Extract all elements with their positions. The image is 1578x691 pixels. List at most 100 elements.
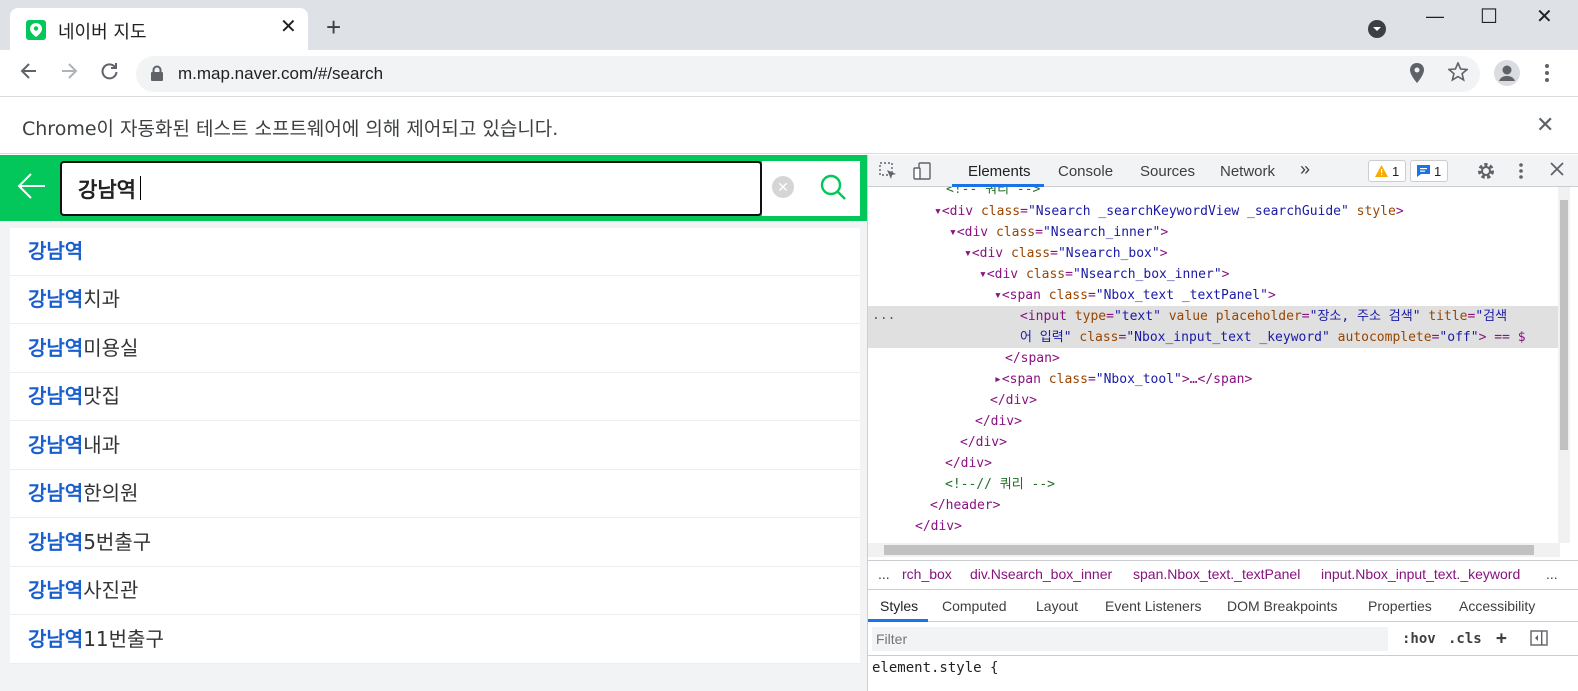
filter-input[interactable] [872, 627, 1388, 651]
code-line[interactable]: </div> [960, 432, 1007, 453]
message-badge[interactable]: 1 [1410, 160, 1449, 182]
suggestion-item[interactable]: 강남역한의원 [10, 470, 860, 518]
window-close-button[interactable]: ✕ [1536, 4, 1553, 29]
suggestion-rest: 11번출구 [83, 627, 164, 651]
suggestion-rest: 5번출구 [83, 530, 152, 554]
clear-search-button[interactable]: ✕ [772, 176, 794, 198]
maximize-button[interactable]: ☐ [1480, 4, 1498, 29]
breadcrumb-item[interactable]: rch_box [902, 566, 952, 582]
suggestion-list: 강남역 강남역치과 강남역미용실 강남역맛집 강남역내과 강남역한의원 강남역5… [10, 228, 860, 664]
reload-icon[interactable] [98, 60, 120, 88]
infobar-close-icon[interactable]: ✕ [1536, 112, 1554, 138]
text-cursor [140, 176, 141, 200]
browser-tab[interactable]: 네이버 지도 ✕ [10, 8, 308, 50]
hover-state-toggle[interactable]: :hov [1402, 631, 1436, 647]
new-tab-button[interactable]: + [326, 14, 341, 40]
back-icon[interactable] [18, 60, 40, 88]
more-tabs-icon[interactable]: » [1300, 159, 1310, 180]
inspect-element-icon[interactable] [878, 161, 898, 186]
warning-icon [1375, 165, 1388, 177]
tab-computed[interactable]: Computed [942, 598, 1007, 614]
breadcrumb-ellipsis[interactable]: ... [878, 566, 890, 582]
suggestion-item[interactable]: 강남역맛집 [10, 373, 860, 421]
tab-search-icon[interactable] [1368, 20, 1386, 38]
suggestion-rest: 맛집 [83, 384, 121, 408]
suggestion-rest: 치과 [83, 287, 121, 311]
code-line[interactable]: ▾<div class="Nsearch_box"> [964, 243, 1168, 264]
breadcrumb-ellipsis[interactable]: ... [1546, 566, 1558, 582]
infobar-text: Chrome이 자동화된 테스트 소프트웨어에 의해 제어되고 있습니다. [22, 118, 559, 140]
code-line[interactable]: <!--// 쿼리 --> [945, 474, 1055, 495]
search-input[interactable] [60, 161, 762, 216]
tab-layout[interactable]: Layout [1036, 598, 1078, 614]
code-line-selected[interactable]: <input type="text" value placeholder="장소… [1020, 306, 1507, 327]
toggle-sidebar-icon[interactable] [1530, 630, 1548, 651]
suggestion-highlight: 강남역 [28, 239, 84, 263]
code-line[interactable]: ▾<div class="Nsearch_inner"> [949, 222, 1168, 243]
search-icon[interactable] [818, 172, 848, 207]
message-count: 1 [1434, 163, 1442, 179]
code-line: <!-- 쿼리 --> [946, 187, 1041, 197]
lock-icon[interactable] [150, 65, 164, 86]
code-line-selected-wrap[interactable]: 어 입력" class="Nbox_input_text _keyword" a… [1020, 327, 1526, 348]
breadcrumb-item[interactable]: span.Nbox_text._textPanel [1133, 566, 1300, 582]
code-line[interactable]: ▾<span class="Nbox_text _textPanel"> [994, 285, 1276, 306]
search-input-value[interactable]: 강남역 [78, 174, 136, 204]
tab-close-icon[interactable]: ✕ [280, 14, 297, 39]
class-toggle[interactable]: .cls [1448, 631, 1482, 647]
suggestion-item[interactable]: 강남역사진관 [10, 567, 860, 615]
suggestion-item[interactable]: 강남역내과 [10, 422, 860, 470]
naver-map-favicon-icon [26, 20, 46, 40]
suggestion-item[interactable]: 강남역11번출구 [10, 616, 860, 664]
code-line[interactable]: </div> [915, 516, 962, 537]
suggestion-item[interactable]: 강남역치과 [10, 276, 860, 324]
code-line[interactable]: </div> [945, 453, 992, 474]
tab-dom-breakpoints[interactable]: DOM Breakpoints [1227, 598, 1337, 614]
elements-tree: <!-- 쿼리 --> ▾<div class="Nsearch _search… [868, 187, 1560, 543]
back-arrow-icon[interactable] [16, 170, 48, 207]
breadcrumb-item-selected[interactable]: input.Nbox_input_text._keyword [1321, 566, 1520, 582]
devtools-menu-icon[interactable] [1518, 162, 1524, 185]
suggestion-highlight: 강남역 [28, 384, 84, 408]
device-toolbar-icon[interactable] [912, 161, 932, 186]
tab-event-listeners[interactable]: Event Listeners [1105, 598, 1202, 614]
code-line[interactable]: ▾<div class="Nsearch _searchKeywordView … [934, 201, 1404, 222]
breadcrumb-item[interactable]: div.Nsearch_box_inner [970, 566, 1112, 582]
star-icon[interactable] [1447, 60, 1469, 87]
new-style-rule-button[interactable]: + [1496, 628, 1507, 649]
message-icon [1417, 165, 1430, 177]
tab-network[interactable]: Network [1220, 163, 1275, 180]
gear-icon[interactable] [1476, 161, 1496, 186]
suggestion-item[interactable]: 강남역미용실 [10, 325, 860, 373]
vertical-scrollbar-thumb[interactable] [1560, 200, 1568, 450]
devtools-close-icon[interactable] [1550, 162, 1564, 181]
suggestion-item[interactable]: 강남역 [10, 228, 860, 276]
suggestion-rest: 내과 [83, 433, 121, 457]
menu-icon[interactable] [1544, 62, 1550, 89]
code-line[interactable]: ▾<div class="Nsearch_box_inner"> [979, 264, 1229, 285]
forward-icon[interactable] [58, 60, 80, 88]
code-line[interactable]: </div> [975, 411, 1022, 432]
code-line[interactable]: </div> [990, 390, 1037, 411]
location-icon[interactable] [1410, 63, 1424, 88]
tab-elements[interactable]: Elements [968, 163, 1031, 180]
suggestion-item[interactable]: 강남역5번출구 [10, 519, 860, 567]
horizontal-scrollbar-thumb[interactable] [884, 545, 1534, 555]
tab-console[interactable]: Console [1058, 163, 1113, 180]
suggestion-highlight: 강남역 [28, 433, 84, 457]
suggestion-rest: 미용실 [83, 336, 139, 360]
tab-accessibility[interactable]: Accessibility [1459, 598, 1535, 614]
tab-sources[interactable]: Sources [1140, 163, 1195, 180]
warning-badge[interactable]: 1 [1368, 160, 1407, 182]
code-line[interactable]: </header> [930, 495, 1000, 516]
profile-icon[interactable] [1494, 60, 1520, 86]
minimize-button[interactable]: — [1426, 6, 1444, 27]
tab-styles[interactable]: Styles [880, 598, 918, 614]
suggestion-highlight: 강남역 [28, 336, 84, 360]
suggestion-rest: 사진관 [83, 578, 139, 602]
url-text[interactable]: m.map.naver.com/#/search [178, 64, 383, 84]
tab-properties[interactable]: Properties [1368, 598, 1432, 614]
code-line[interactable]: ▸<span class="Nbox_tool">…</span> [994, 369, 1252, 390]
code-line[interactable]: </span> [1005, 348, 1060, 369]
suggestion-highlight: 강남역 [28, 530, 84, 554]
